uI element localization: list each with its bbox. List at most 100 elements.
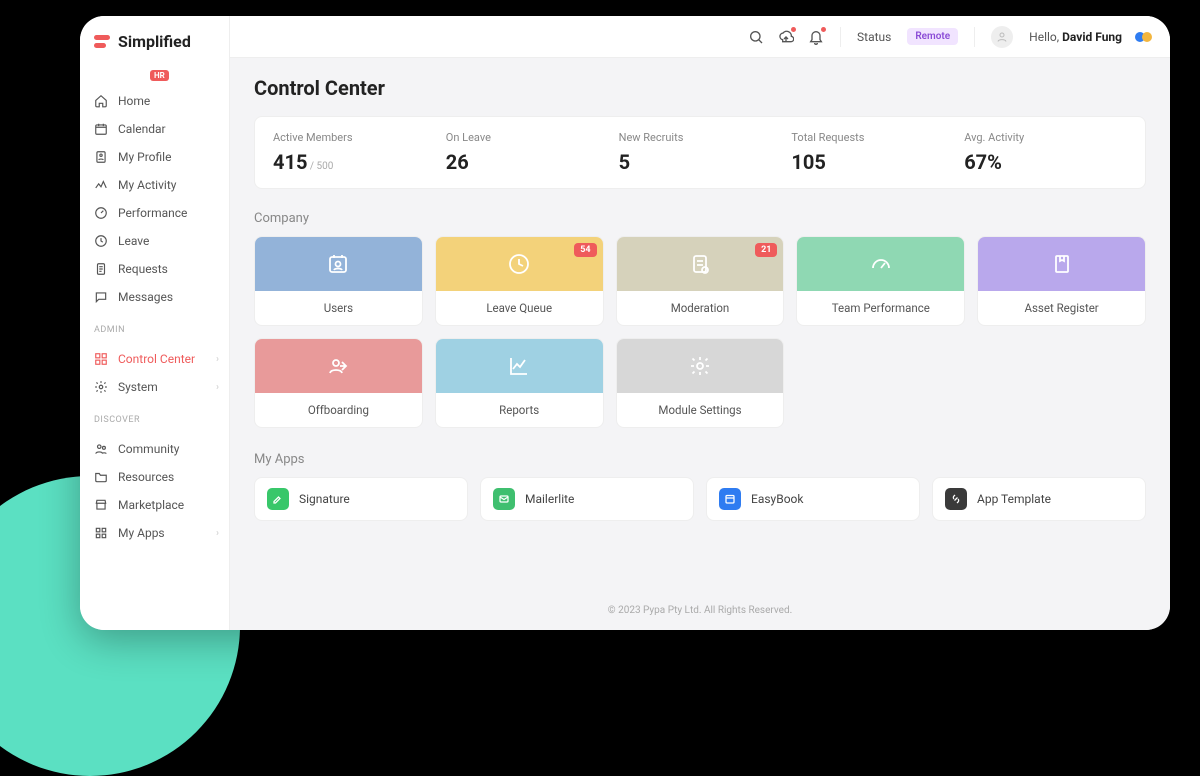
tile-moderation[interactable]: 21 Moderation: [616, 236, 785, 326]
stats-row: Active Members 415 / 500 On Leave 26 New…: [254, 116, 1146, 189]
signature-icon: [267, 488, 289, 510]
tile-label: Offboarding: [255, 393, 422, 427]
profile-icon: [94, 150, 108, 164]
nav-home[interactable]: Home: [80, 87, 229, 115]
nav-admin: Control Center › System ›: [80, 339, 229, 407]
sidebar: Simplified HR Home Calendar My Profile M…: [80, 16, 230, 630]
nav-heading-discover: DISCOVER: [80, 407, 229, 429]
book-icon: [1050, 252, 1074, 276]
nav-label: My Activity: [118, 178, 176, 192]
app-mailerlite[interactable]: Mailerlite: [480, 477, 694, 521]
nav-requests[interactable]: Requests: [80, 255, 229, 283]
app-label: App Template: [977, 492, 1051, 506]
company-tiles: Users 54 Leave Queue 21 Moderation Team …: [254, 236, 1146, 428]
stat-active-members: Active Members 415 / 500: [273, 131, 436, 174]
theme-toggle[interactable]: [1138, 32, 1152, 42]
nav-label: Resources: [118, 470, 174, 484]
tile-module-settings[interactable]: Module Settings: [616, 338, 785, 428]
tile-leave-queue[interactable]: 54 Leave Queue: [435, 236, 604, 326]
stat-label: New Recruits: [619, 131, 782, 144]
chevron-right-icon: ›: [216, 528, 219, 539]
gear-icon: [94, 380, 108, 394]
nav-performance[interactable]: Performance: [80, 199, 229, 227]
tile-asset-register[interactable]: Asset Register: [977, 236, 1146, 326]
folder-icon: [94, 470, 108, 484]
page-title: Control Center: [254, 76, 1146, 100]
tile-label: Asset Register: [978, 291, 1145, 325]
topbar: Status Remote Hello, David Fung: [230, 16, 1170, 58]
nav-label: My Apps: [118, 526, 165, 540]
tile-badge: 54: [574, 243, 596, 257]
user-exit-icon: [326, 354, 350, 378]
nav-label: System: [118, 380, 158, 394]
nav-label: My Profile: [118, 150, 171, 164]
nav-label: Leave: [118, 234, 149, 248]
tile-badge: 21: [755, 243, 777, 257]
notification-dot-icon: [821, 27, 826, 32]
tile-users[interactable]: Users: [254, 236, 423, 326]
tile-offboarding[interactable]: Offboarding: [254, 338, 423, 428]
search-icon[interactable]: [748, 29, 764, 45]
tile-label: Users: [255, 291, 422, 325]
status-label: Status: [857, 30, 891, 44]
nav-heading-admin: ADMIN: [80, 317, 229, 339]
nav-control-center[interactable]: Control Center ›: [80, 345, 229, 373]
stat-value: 5: [619, 150, 782, 174]
gauge-icon: [94, 206, 108, 220]
logo-mark-icon: [94, 35, 112, 49]
upload-icon[interactable]: [778, 29, 794, 45]
stat-value: 67%: [964, 150, 1127, 174]
nav-messages[interactable]: Messages: [80, 283, 229, 311]
app-window: Simplified HR Home Calendar My Profile M…: [80, 16, 1170, 630]
nav-calendar[interactable]: Calendar: [80, 115, 229, 143]
nav-activity[interactable]: My Activity: [80, 171, 229, 199]
app-template[interactable]: App Template: [932, 477, 1146, 521]
main: Status Remote Hello, David Fung Control …: [230, 16, 1170, 630]
document-icon: [94, 262, 108, 276]
stat-on-leave: On Leave 26: [446, 131, 609, 174]
stat-value: 105: [791, 150, 954, 174]
app-signature[interactable]: Signature: [254, 477, 468, 521]
users-icon: [326, 252, 350, 276]
nav-main: Home Calendar My Profile My Activity Per…: [80, 81, 229, 317]
tile-label: Module Settings: [617, 393, 784, 427]
section-my-apps: My Apps: [254, 452, 1146, 467]
stat-label: Active Members: [273, 131, 436, 144]
nav-resources[interactable]: Resources: [80, 463, 229, 491]
brand-tag: HR: [150, 70, 169, 81]
tile-label: Reports: [436, 393, 603, 427]
notification-dot-icon: [791, 27, 796, 32]
tile-team-performance[interactable]: Team Performance: [796, 236, 965, 326]
chart-icon: [507, 354, 531, 378]
stat-value: 26: [446, 150, 609, 174]
nav-label: Calendar: [118, 122, 166, 136]
grid-icon: [94, 352, 108, 366]
home-icon: [94, 94, 108, 108]
stat-new-recruits: New Recruits 5: [619, 131, 782, 174]
stat-avg-activity: Avg. Activity 67%: [964, 131, 1127, 174]
nav-system[interactable]: System ›: [80, 373, 229, 401]
tile-reports[interactable]: Reports: [435, 338, 604, 428]
clock-icon: [507, 252, 531, 276]
nav-my-apps[interactable]: My Apps ›: [80, 519, 229, 547]
nav-marketplace[interactable]: Marketplace: [80, 491, 229, 519]
store-icon: [94, 498, 108, 512]
nav-leave[interactable]: Leave: [80, 227, 229, 255]
activity-icon: [94, 178, 108, 192]
nav-profile[interactable]: My Profile: [80, 143, 229, 171]
nav-label: Control Center: [118, 352, 195, 366]
stat-label: On Leave: [446, 131, 609, 144]
calendar-icon: [719, 488, 741, 510]
speedometer-icon: [869, 252, 893, 276]
tile-label: Moderation: [617, 291, 784, 325]
app-easybook[interactable]: EasyBook: [706, 477, 920, 521]
nav-community[interactable]: Community: [80, 435, 229, 463]
user-name-text: David Fung: [1062, 30, 1122, 44]
bell-icon[interactable]: [808, 29, 824, 45]
avatar[interactable]: [991, 26, 1013, 48]
stat-label: Avg. Activity: [964, 131, 1127, 144]
stat-value: 415 / 500: [273, 150, 436, 174]
tile-label: Leave Queue: [436, 291, 603, 325]
status-badge[interactable]: Remote: [907, 28, 958, 45]
content: Control Center Active Members 415 / 500 …: [230, 58, 1170, 595]
